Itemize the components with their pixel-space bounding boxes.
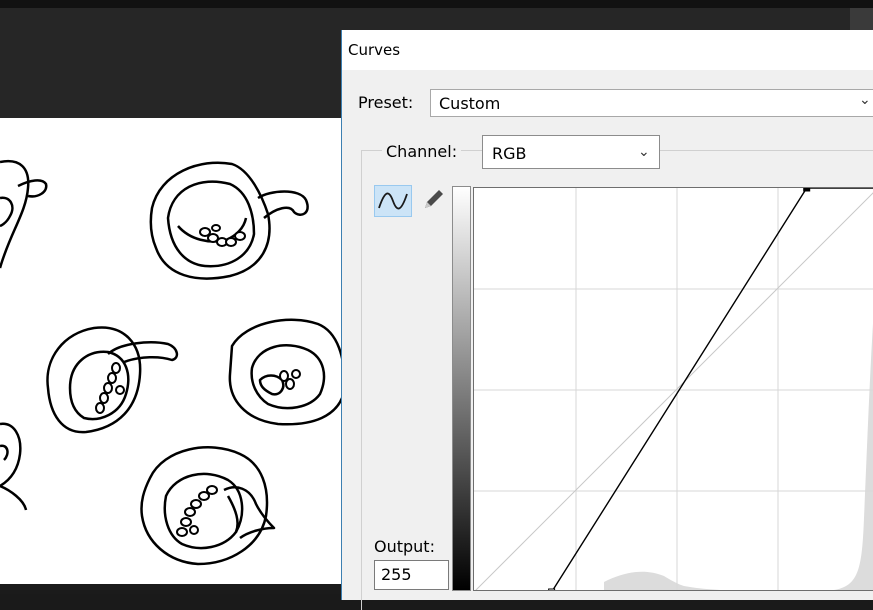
curve-control-point[interactable] (548, 588, 556, 591)
status-strip (0, 584, 345, 594)
curve-graph-canvas (474, 188, 873, 591)
preset-label: Preset: (358, 93, 414, 112)
curve-icon (378, 192, 408, 210)
app-top-strip (0, 0, 873, 8)
channel-dropdown[interactable]: RGB ⌄ (482, 135, 660, 169)
preset-dropdown[interactable]: Custom ⌄ (430, 89, 873, 117)
group-border-left (361, 150, 362, 610)
pepper-line-art (0, 159, 345, 566)
curve-control-point[interactable] (803, 188, 811, 192)
output-label: Output: (374, 537, 435, 556)
curves-dialog: Curves Preset: Custom ⌄ Channel: RGB ⌄ O… (341, 30, 873, 610)
preset-value: Custom (439, 94, 501, 113)
chevron-down-icon: ⌄ (859, 92, 871, 108)
dialog-title: Curves (348, 41, 401, 59)
chevron-down-icon: ⌄ (638, 144, 650, 160)
channel-label: Channel: (382, 142, 462, 161)
curve-graph[interactable] (473, 187, 873, 591)
curve-grid (474, 188, 873, 590)
pencil-tool-button[interactable] (420, 187, 446, 213)
output-value: 255 (381, 565, 412, 584)
output-gradient-bar (452, 186, 471, 591)
document-canvas[interactable] (0, 118, 345, 584)
channel-value: RGB (492, 144, 527, 163)
histogram (604, 323, 873, 590)
dialog-title-bar[interactable]: Curves (342, 30, 873, 70)
output-field[interactable]: 255 (374, 560, 449, 590)
pencil-icon (425, 190, 443, 208)
curve-tool-button[interactable] (374, 185, 412, 217)
